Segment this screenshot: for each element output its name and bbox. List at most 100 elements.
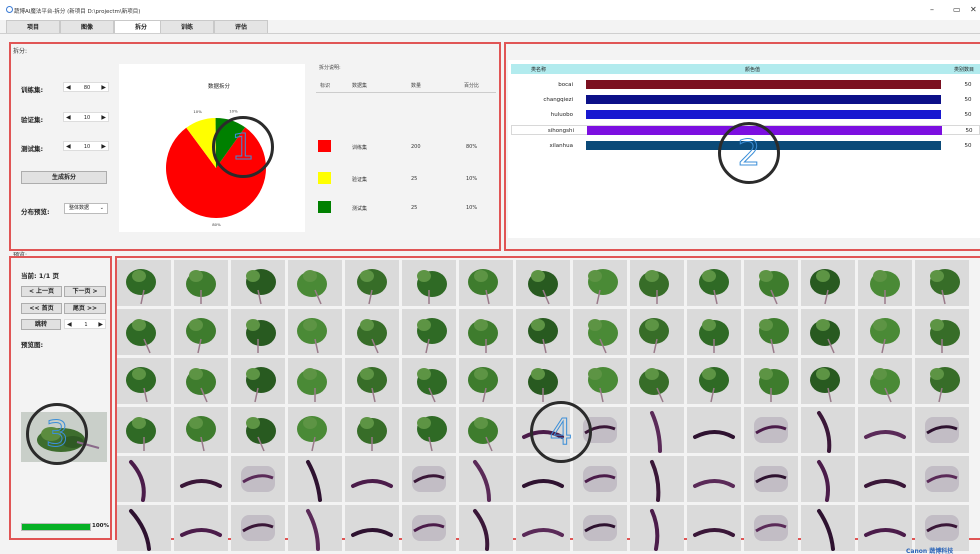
- gallery-thumbnail[interactable]: [915, 309, 969, 355]
- gallery-thumbnail[interactable]: [402, 407, 456, 453]
- gallery-thumbnail[interactable]: [516, 358, 570, 404]
- gallery-thumbnail[interactable]: [231, 309, 285, 355]
- gallery-thumbnail[interactable]: [687, 309, 741, 355]
- class-color-bar[interactable]: [586, 95, 941, 104]
- gallery-thumbnail[interactable]: [687, 456, 741, 502]
- gallery-thumbnail[interactable]: [858, 456, 912, 502]
- gallery-thumbnail[interactable]: [174, 456, 228, 502]
- gallery-thumbnail[interactable]: [915, 505, 969, 551]
- gallery-thumbnail[interactable]: [345, 309, 399, 355]
- gallery-thumbnail[interactable]: [801, 309, 855, 355]
- gallery-thumbnail[interactable]: [801, 505, 855, 551]
- increment-icon[interactable]: ▶: [101, 143, 106, 150]
- gallery-thumbnail[interactable]: [231, 505, 285, 551]
- gallery-thumbnail[interactable]: [345, 407, 399, 453]
- gallery-thumbnail[interactable]: [288, 456, 342, 502]
- gallery-thumbnail[interactable]: [630, 358, 684, 404]
- gallery-thumbnail[interactable]: [117, 456, 171, 502]
- gallery-thumbnail[interactable]: [915, 407, 969, 453]
- gallery-thumbnail[interactable]: [915, 456, 969, 502]
- gallery-thumbnail[interactable]: [801, 456, 855, 502]
- gallery-thumbnail[interactable]: [345, 358, 399, 404]
- gallery-thumbnail[interactable]: [459, 260, 513, 306]
- generate-split-button[interactable]: 生成拆分: [21, 171, 107, 184]
- gallery-thumbnail[interactable]: [345, 456, 399, 502]
- maximize-button[interactable]: ▭: [953, 5, 961, 14]
- gallery-thumbnail[interactable]: [117, 358, 171, 404]
- gallery-thumbnail[interactable]: [744, 505, 798, 551]
- gallery-thumbnail[interactable]: [630, 407, 684, 453]
- gallery-thumbnail[interactable]: [174, 309, 228, 355]
- gallery-thumbnail[interactable]: [117, 505, 171, 551]
- table-row[interactable]: bocai 50: [511, 80, 980, 90]
- gallery-thumbnail[interactable]: [573, 309, 627, 355]
- next-page-button[interactable]: 下一页 >: [64, 286, 106, 297]
- gallery-thumbnail[interactable]: [801, 358, 855, 404]
- jump-button[interactable]: 跳转: [21, 319, 61, 330]
- gallery-thumbnail[interactable]: [231, 358, 285, 404]
- gallery-thumbnail[interactable]: [573, 456, 627, 502]
- minimize-button[interactable]: –: [930, 5, 934, 14]
- gallery-thumbnail[interactable]: [174, 260, 228, 306]
- gallery-thumbnail[interactable]: [402, 358, 456, 404]
- tab-train[interactable]: 训练: [160, 20, 214, 34]
- gallery-thumbnail[interactable]: [288, 309, 342, 355]
- tab-images[interactable]: 图像: [60, 20, 114, 34]
- gallery-thumbnail[interactable]: [744, 456, 798, 502]
- gallery-thumbnail[interactable]: [459, 505, 513, 551]
- gallery-thumbnail[interactable]: [174, 505, 228, 551]
- gallery-thumbnail[interactable]: [459, 407, 513, 453]
- gallery-thumbnail[interactable]: [516, 260, 570, 306]
- val-spinbox[interactable]: ◀ 10 ▶: [63, 112, 109, 122]
- gallery-thumbnail[interactable]: [345, 505, 399, 551]
- tab-project[interactable]: 项目: [6, 20, 60, 34]
- train-spinbox[interactable]: ◀ 80 ▶: [63, 82, 109, 92]
- test-spinbox[interactable]: ◀ 10 ▶: [63, 141, 109, 151]
- gallery-thumbnail[interactable]: [858, 505, 912, 551]
- gallery-thumbnail[interactable]: [630, 456, 684, 502]
- gallery-thumbnail[interactable]: [117, 309, 171, 355]
- gallery-thumbnail[interactable]: [687, 505, 741, 551]
- gallery-thumbnail[interactable]: [402, 260, 456, 306]
- gallery-thumbnail[interactable]: [630, 505, 684, 551]
- increment-icon[interactable]: ▶: [98, 321, 103, 328]
- gallery-thumbnail[interactable]: [858, 407, 912, 453]
- preview-select[interactable]: 整体数据 ⌄: [64, 203, 108, 214]
- close-button[interactable]: ✕: [970, 5, 977, 14]
- gallery-thumbnail[interactable]: [858, 260, 912, 306]
- last-page-button[interactable]: 尾页 >>: [64, 303, 106, 314]
- jump-page-spinbox[interactable]: ◀ 1 ▶: [64, 319, 106, 329]
- gallery-thumbnail[interactable]: [231, 260, 285, 306]
- gallery-thumbnail[interactable]: [459, 309, 513, 355]
- gallery-thumbnail[interactable]: [687, 407, 741, 453]
- gallery-thumbnail[interactable]: [459, 358, 513, 404]
- gallery-thumbnail[interactable]: [174, 358, 228, 404]
- gallery-thumbnail[interactable]: [174, 407, 228, 453]
- gallery-thumbnail[interactable]: [858, 309, 912, 355]
- gallery-thumbnail[interactable]: [288, 260, 342, 306]
- gallery-thumbnail[interactable]: [630, 309, 684, 355]
- gallery-thumbnail[interactable]: [573, 260, 627, 306]
- gallery-thumbnail[interactable]: [117, 407, 171, 453]
- class-color-bar[interactable]: [586, 110, 941, 119]
- gallery-thumbnail[interactable]: [516, 505, 570, 551]
- gallery-thumbnail[interactable]: [288, 505, 342, 551]
- gallery-thumbnail[interactable]: [915, 358, 969, 404]
- first-page-button[interactable]: << 首页: [21, 303, 62, 314]
- gallery-thumbnail[interactable]: [402, 309, 456, 355]
- prev-page-button[interactable]: < 上一页: [21, 286, 62, 297]
- gallery-thumbnail[interactable]: [231, 456, 285, 502]
- gallery-thumbnail[interactable]: [687, 260, 741, 306]
- gallery-thumbnail[interactable]: [858, 358, 912, 404]
- gallery-thumbnail[interactable]: [744, 309, 798, 355]
- gallery-thumbnail[interactable]: [630, 260, 684, 306]
- gallery-thumbnail[interactable]: [345, 260, 399, 306]
- table-row[interactable]: huluobo 50: [511, 110, 980, 120]
- preview-select-value[interactable]: 整体数据: [69, 205, 89, 211]
- table-row[interactable]: changqiezi 50: [511, 95, 980, 105]
- gallery-thumbnail[interactable]: [744, 260, 798, 306]
- gallery-thumbnail[interactable]: [801, 260, 855, 306]
- class-color-bar[interactable]: [586, 80, 941, 89]
- gallery-thumbnail[interactable]: [744, 358, 798, 404]
- gallery-thumbnail[interactable]: [402, 505, 456, 551]
